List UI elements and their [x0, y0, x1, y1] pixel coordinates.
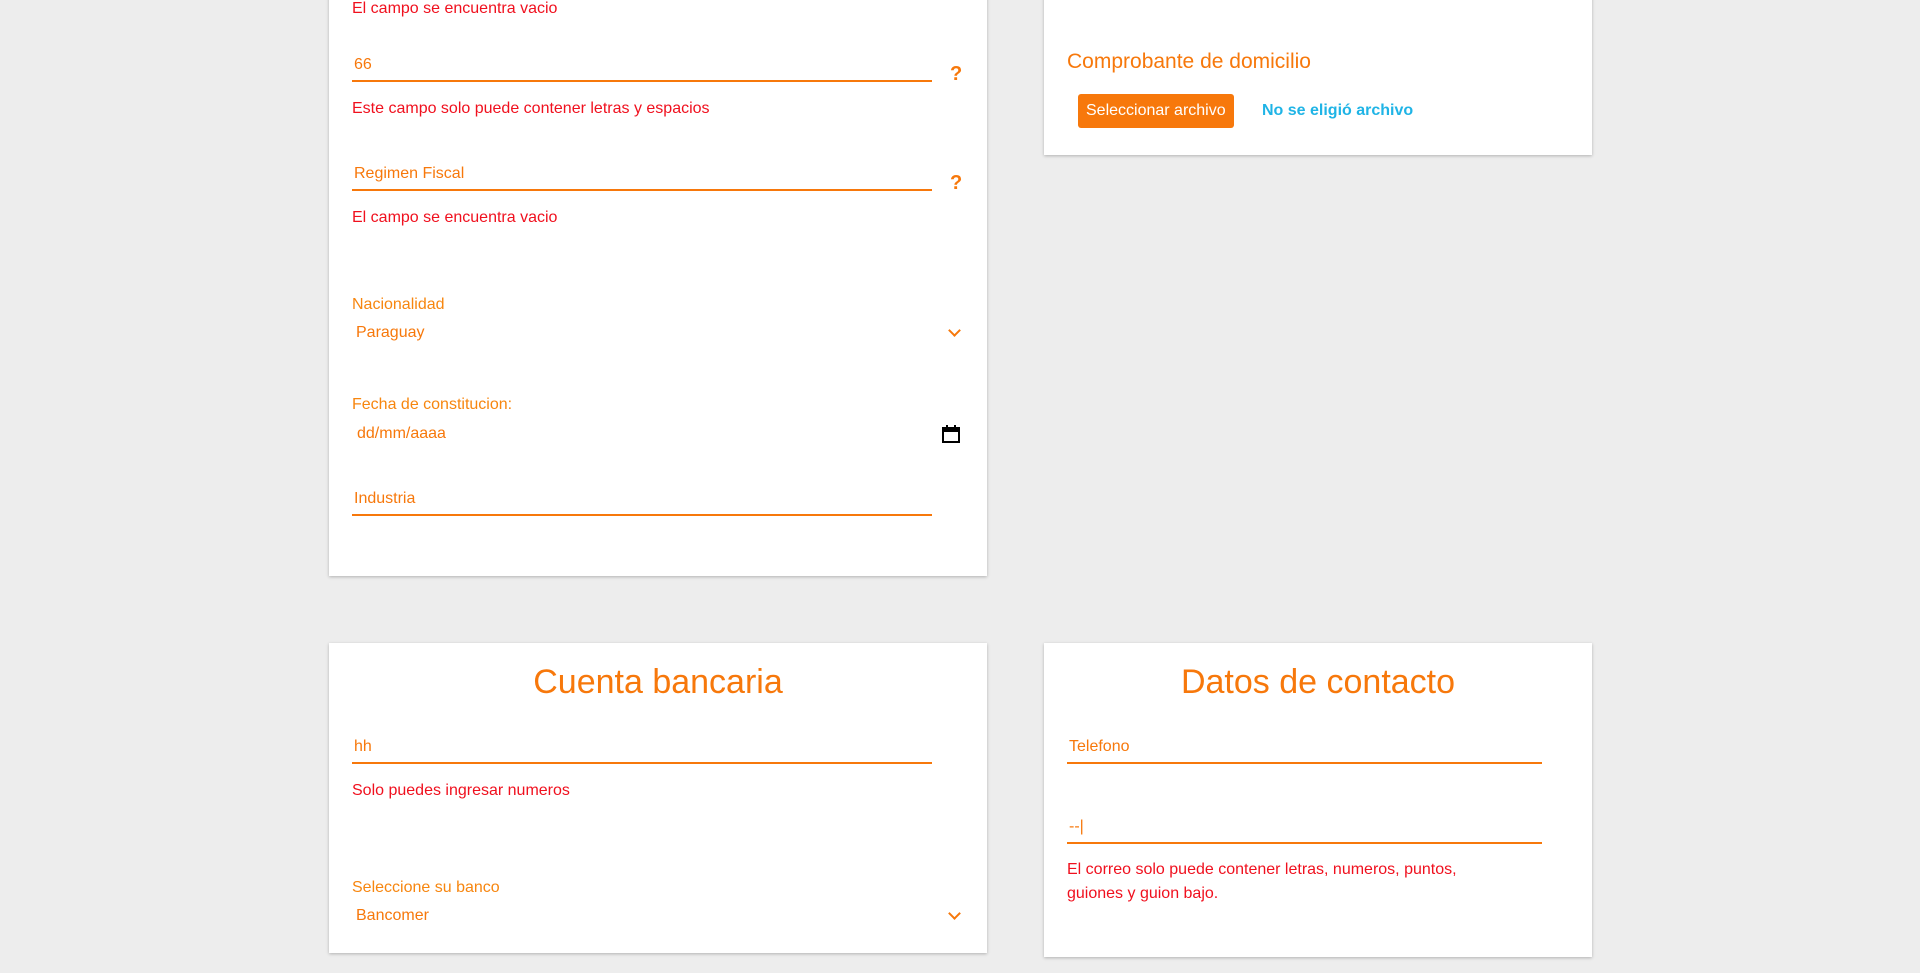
email-value: --|: [1069, 818, 1084, 835]
regimen-help-icon[interactable]: ?: [950, 172, 962, 195]
calendar-icon[interactable]: [941, 424, 961, 444]
nacionalidad-label: Nacionalidad: [352, 296, 445, 313]
nacionalidad-select[interactable]: Paraguay: [352, 320, 962, 346]
name-input[interactable]: 66: [352, 52, 932, 82]
contact-title: Datos de contacto: [1180, 663, 1456, 701]
industria-input[interactable]: Industria: [352, 486, 932, 516]
company-form-card: El campo se encuentra vacio 66 ? Este ca…: [329, 0, 987, 576]
fecha-placeholder: dd/mm/aaaa: [357, 425, 446, 442]
file-status-text: No se eligió archivo: [1262, 102, 1414, 119]
contact-card: Datos de contacto Telefono --| El correo…: [1044, 643, 1592, 957]
regimen-error-text: El campo se encuentra vacio: [352, 209, 558, 226]
bank-selected-value: Bancomer: [356, 907, 429, 924]
bank-select-label: Seleccione su banco: [352, 879, 500, 896]
email-error-line2: guiones y guion bajo.: [1067, 885, 1219, 902]
name-input-value: 66: [354, 56, 372, 73]
phone-placeholder: Telefono: [1069, 738, 1130, 755]
select-file-button[interactable]: Seleccionar archivo: [1078, 94, 1234, 128]
regimen-fiscal-input[interactable]: Regimen Fiscal: [352, 161, 932, 191]
name-error-text: Este campo solo puede contener letras y …: [352, 100, 710, 117]
regimen-fiscal-placeholder: Regimen Fiscal: [354, 165, 465, 182]
bank-account-title: Cuenta bancaria: [533, 663, 783, 701]
documents-card: Comprobante de domicilio Seleccionar arc…: [1044, 0, 1592, 155]
account-error-text: Solo puedes ingresar numeros: [352, 782, 570, 799]
name-help-icon[interactable]: ?: [950, 63, 962, 86]
bank-select[interactable]: Bancomer: [352, 903, 962, 929]
fecha-label: Fecha de constitucion:: [352, 396, 513, 413]
phone-input[interactable]: Telefono: [1067, 734, 1542, 764]
top-error-text: El campo se encuentra vacio: [352, 0, 558, 17]
chevron-down-icon: [948, 324, 961, 337]
fecha-date-input[interactable]: dd/mm/aaaa: [352, 420, 962, 448]
nacionalidad-selected-value: Paraguay: [356, 324, 425, 341]
chevron-down-icon: [948, 907, 961, 920]
industria-placeholder: Industria: [354, 490, 416, 507]
email-error-line1: El correo solo puede contener letras, nu…: [1067, 861, 1457, 878]
account-number-value: hh: [354, 738, 372, 755]
bank-account-card: Cuenta bancaria hh Solo puedes ingresar …: [329, 643, 987, 953]
email-input[interactable]: --|: [1067, 814, 1542, 844]
account-number-input[interactable]: hh: [352, 734, 932, 764]
comprobante-label: Comprobante de domicilio: [1067, 50, 1311, 73]
